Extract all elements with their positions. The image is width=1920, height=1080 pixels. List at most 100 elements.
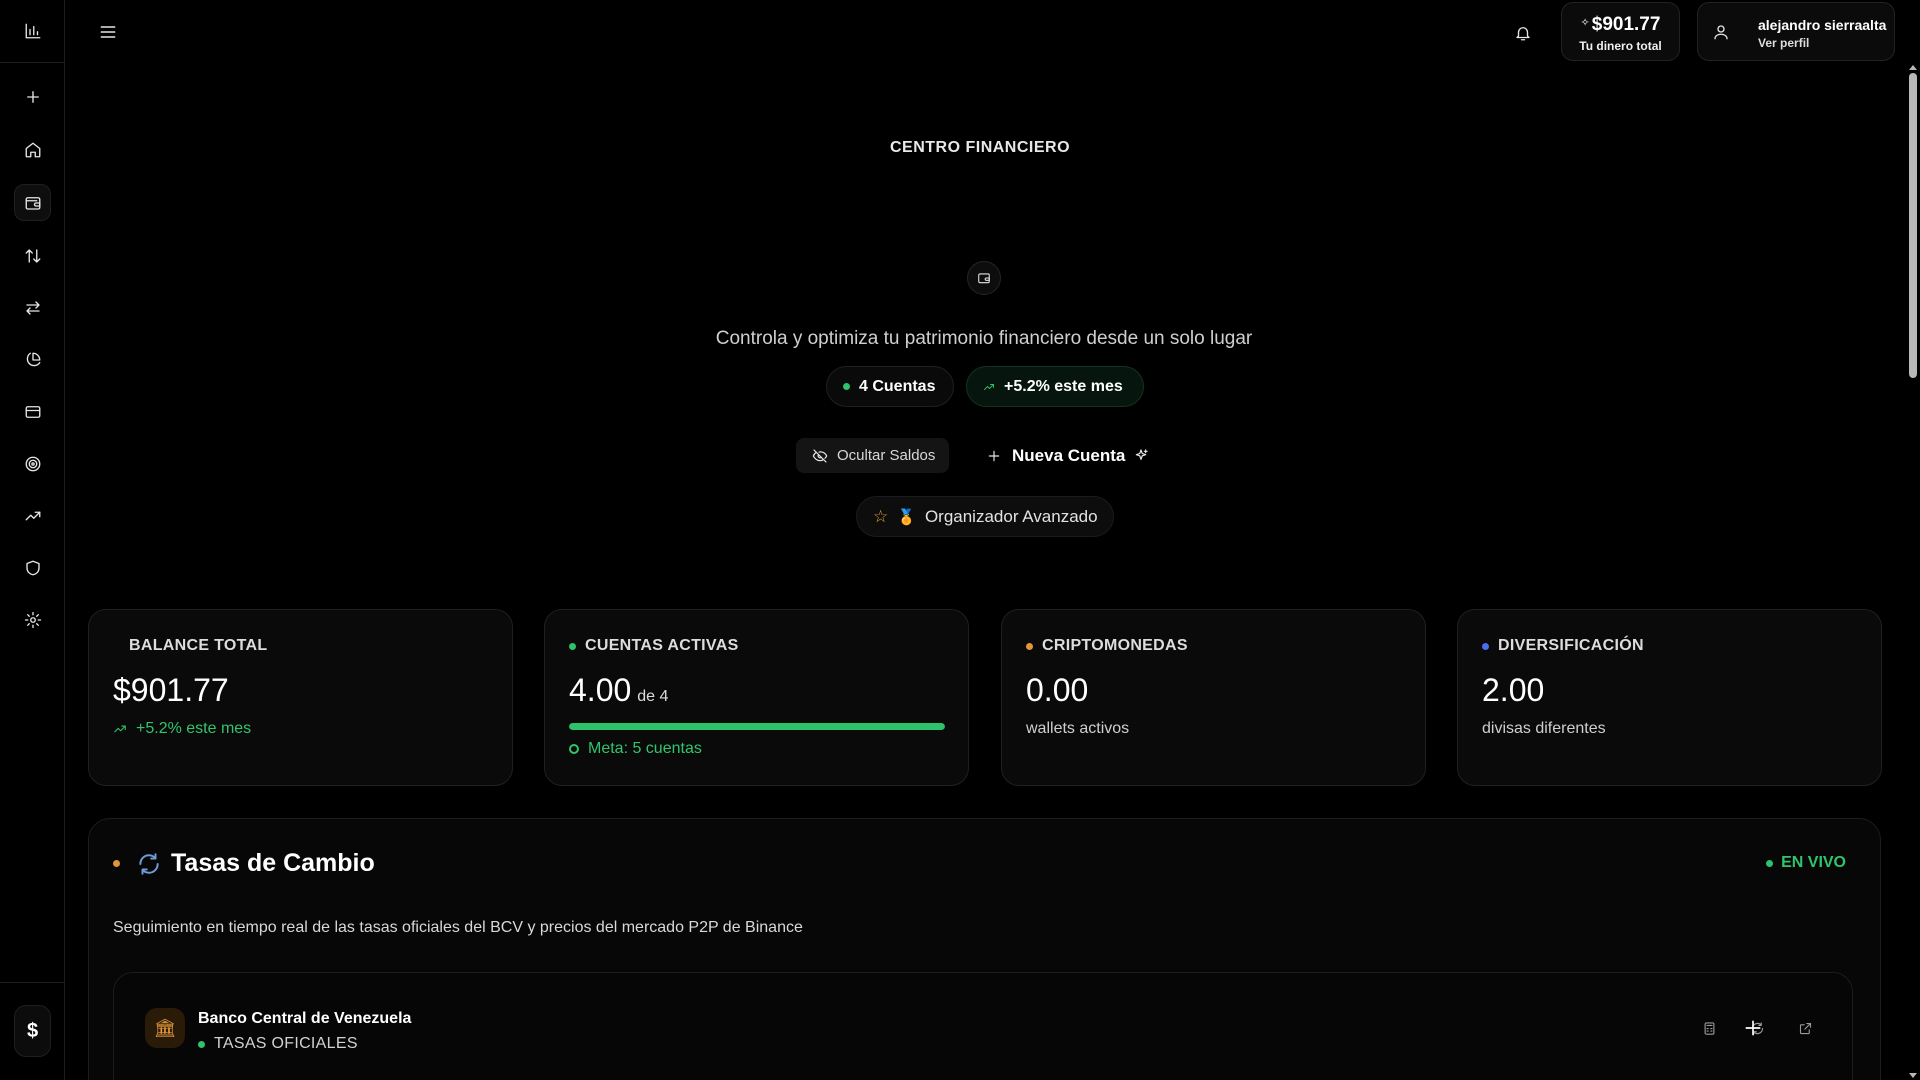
- plus-icon: [988, 450, 1000, 461]
- status-dot: [113, 860, 120, 867]
- star-icon: ☆: [873, 506, 889, 526]
- card-sub: divisas diferentes: [1482, 720, 1606, 737]
- balance-growth-label: +5.2% este mes: [136, 720, 252, 737]
- section-description: Seguimiento en tiempo real de las tasas …: [113, 919, 803, 936]
- sidebar-item-cards[interactable]: [14, 393, 51, 430]
- hero-description: Controla y optimiza tu patrimonio financ…: [715, 328, 1253, 349]
- card-title-label: CRIPTOMONEDAS: [1042, 637, 1188, 654]
- live-indicator: EN VIVO: [1766, 854, 1846, 872]
- card-title: BALANCE TOTAL: [129, 637, 268, 654]
- accounts-count-chip: 4 Cuentas: [826, 366, 954, 407]
- pie-chart-icon: [26, 352, 40, 366]
- scroll-up-arrow[interactable]: [1909, 65, 1917, 70]
- accounts-progress-bar: [569, 723, 945, 730]
- card-sub: wallets activos: [1026, 720, 1130, 737]
- sparkle-icon: ✧: [1580, 17, 1590, 29]
- shield-icon: [25, 560, 40, 575]
- card-title-label: CUENTAS ACTIVAS: [585, 637, 739, 654]
- card-value: 4.00 de 4: [569, 672, 668, 709]
- sidebar-item-security[interactable]: [14, 549, 51, 586]
- hide-balances-button[interactable]: Ocultar Saldos: [796, 438, 949, 473]
- card-value-number: 4.00: [569, 672, 632, 708]
- card-title-label: DIVERSIFICACIÓN: [1498, 637, 1644, 654]
- total-money-pill[interactable]: ✧ $901.77 Tu dinero total: [1561, 2, 1680, 61]
- card-value: 0.00: [1026, 672, 1089, 708]
- achievement-badge: ☆ 🏅 Organizador Avanzado: [856, 496, 1114, 537]
- crypto-card: CRIPTOMONEDAS 0.00 wallets activos: [1001, 609, 1426, 786]
- credit-card-icon: [25, 405, 40, 418]
- bcv-rate-card: 🏛 Banco Central de Venezuela TASAS OFICI…: [113, 972, 1853, 1080]
- status-dot: [1026, 642, 1033, 650]
- new-account-label: Nueva Cuenta: [1012, 445, 1126, 465]
- profile-pill[interactable]: alejandro sierraalta Ver perfil: [1697, 2, 1895, 61]
- medal-icon: 🏅: [897, 508, 916, 526]
- live-label: EN VIVO: [1781, 854, 1846, 871]
- bar-chart-icon: [25, 23, 40, 39]
- achievement-label: Organizador Avanzado: [924, 506, 1098, 526]
- card-value-of: de 4: [637, 688, 669, 705]
- logo[interactable]: [0, 0, 65, 63]
- settings-icon: [24, 611, 41, 628]
- active-accounts-card: CUENTAS ACTIVAS 4.00 de 4 Meta: 5 cuentas: [544, 609, 969, 786]
- scrollbar-thumb[interactable]: [1909, 73, 1917, 378]
- bank-subtitle-label: TASAS OFICIALES: [214, 1035, 358, 1052]
- trending-up-icon: [984, 383, 994, 390]
- hamburger-icon: [100, 26, 116, 38]
- target-icon: [569, 744, 579, 754]
- sidebar-add-button[interactable]: [14, 78, 51, 115]
- section-title: Tasas de Cambio: [171, 849, 375, 877]
- arrows-left-right-icon: [25, 300, 40, 315]
- growth-chip: +5.2% este mes: [966, 366, 1144, 407]
- trending-up-icon: [25, 511, 40, 520]
- eye-off-icon: [812, 448, 828, 463]
- notifications-button[interactable]: [1508, 18, 1538, 48]
- new-account-button[interactable]: Nueva Cuenta: [986, 438, 1158, 473]
- sidebar-item-settings[interactable]: [14, 601, 51, 638]
- status-dot: [1766, 859, 1774, 867]
- balance-total-card: BALANCE TOTAL $901.77 +5.2% este mes: [88, 609, 513, 786]
- sparkles-icon: [1136, 448, 1148, 460]
- scroll-down-arrow[interactable]: [1909, 1073, 1917, 1078]
- add-rate-button[interactable]: [1741, 1016, 1765, 1040]
- refresh-spinner-icon: [139, 852, 159, 875]
- menu-button[interactable]: [94, 18, 122, 46]
- sidebar-item-investments[interactable]: [14, 497, 51, 534]
- sidebar-item-transactions[interactable]: [14, 237, 51, 274]
- total-label: Tu dinero total: [1579, 39, 1662, 53]
- bank-name: Banco Central de Venezuela: [198, 1010, 412, 1027]
- sidebar-footer: $: [0, 982, 65, 1080]
- sidebar-item-transfers[interactable]: [14, 289, 51, 326]
- hide-balances-label: Ocultar Saldos: [837, 447, 936, 464]
- view-profile-link[interactable]: Ver perfil: [1758, 36, 1809, 50]
- user-name: alejandro sierraalta: [1758, 17, 1887, 33]
- growth-label: +5.2% este mes: [1004, 377, 1123, 395]
- card-value: $901.77: [113, 672, 229, 708]
- sidebar-item-wallet[interactable]: [14, 184, 51, 221]
- status-dot: [1482, 642, 1489, 650]
- user-icon: [1714, 25, 1728, 40]
- page-title: CENTRO FINANCIERO: [889, 139, 1071, 156]
- plus-icon: [1745, 1020, 1761, 1036]
- status-dot: [843, 383, 850, 390]
- total-amount: $901.77: [1591, 14, 1661, 35]
- goal-text: Meta: 5 cuentas: [588, 740, 702, 757]
- calculator-button[interactable]: [1698, 1017, 1720, 1039]
- card-sub: +5.2% este mes: [113, 720, 251, 738]
- external-link-button[interactable]: [1794, 1017, 1816, 1039]
- sidebar: $: [0, 0, 65, 1080]
- plus-icon: [26, 90, 39, 103]
- sidebar-item-goals[interactable]: [14, 445, 51, 482]
- card-title: CUENTAS ACTIVAS: [569, 637, 739, 655]
- external-link-icon: [1799, 1022, 1811, 1034]
- wallet-icon: [25, 196, 40, 210]
- calculator-icon: [1704, 1021, 1714, 1035]
- hero-wallet-badge: [967, 261, 1001, 295]
- bank-subtitle: TASAS OFICIALES: [198, 1035, 358, 1053]
- exchange-rates-section: Tasas de Cambio EN VIVO Seguimiento en t…: [88, 818, 1881, 1080]
- card-title: DIVERSIFICACIÓN: [1482, 637, 1644, 655]
- card-value: 2.00: [1482, 672, 1545, 708]
- trending-up-icon: [114, 725, 126, 733]
- page-scrollbar[interactable]: [1906, 63, 1920, 1080]
- currency-button[interactable]: $: [14, 1005, 51, 1057]
- bell-icon: [1516, 27, 1530, 41]
